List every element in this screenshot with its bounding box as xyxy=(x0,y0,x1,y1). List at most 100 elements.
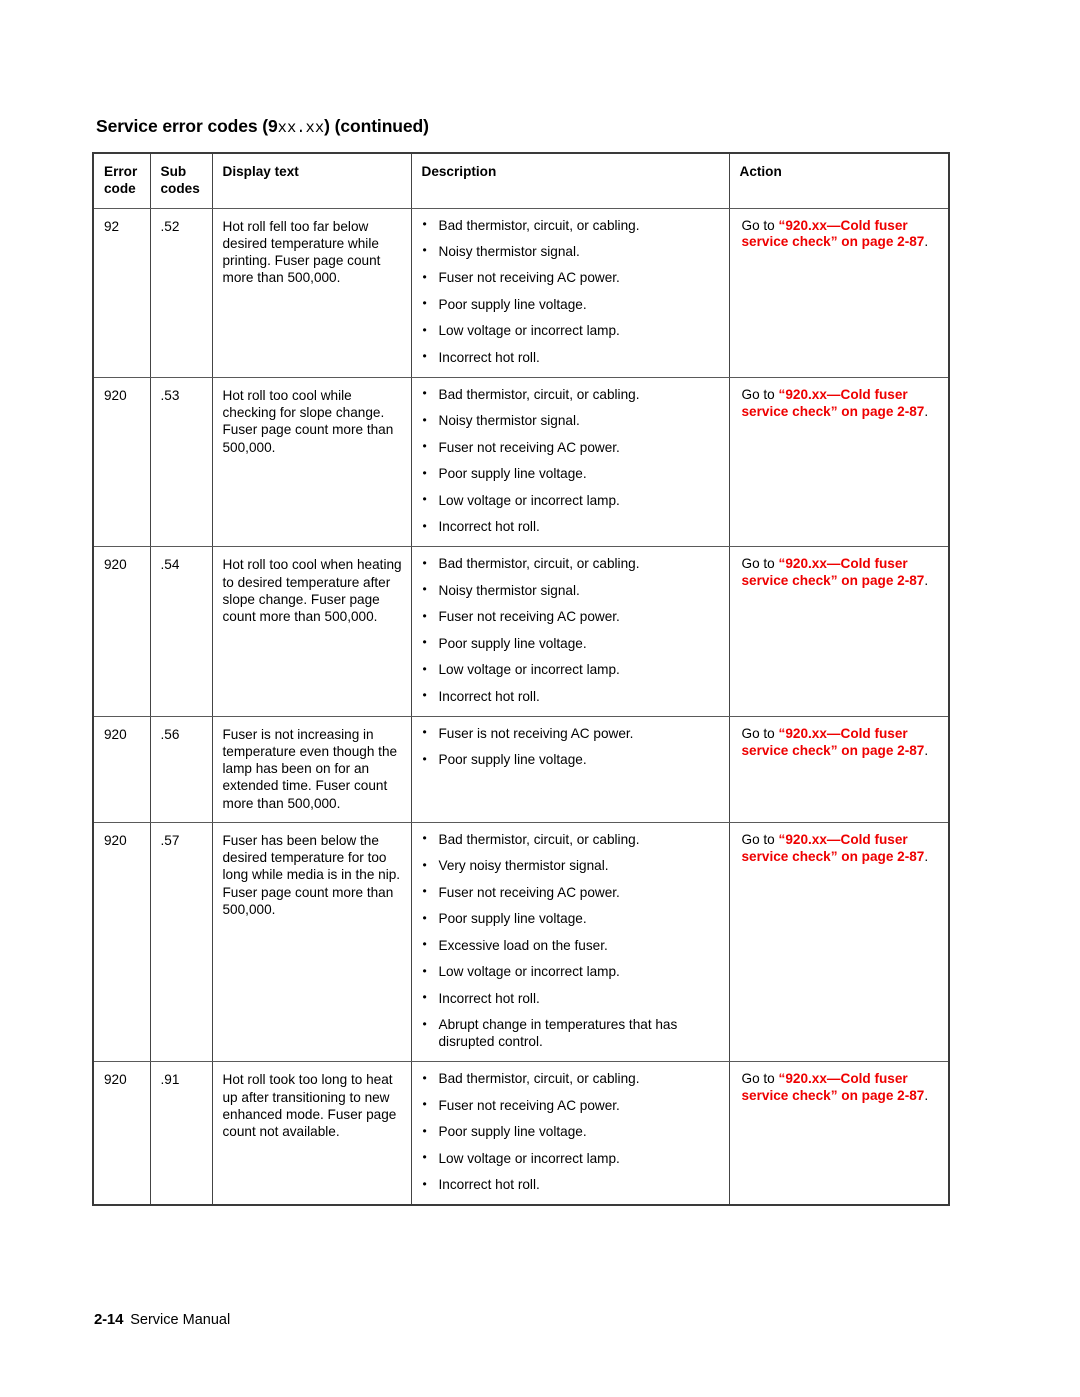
sub-codes-label-line2: codes xyxy=(160,181,200,197)
table-row: 920.56 Fuser is not increasing in tempera… xyxy=(93,716,949,823)
cell-description: Bad thermistor, circuit, or cabling. Fuse… xyxy=(410,1061,730,1206)
description-bullet-item: Poor supply line voltage. xyxy=(422,752,719,769)
cell-sub-code: .54 xyxy=(149,546,213,717)
cell-display-text: Hot roll took too long to heat up after … xyxy=(211,1061,412,1206)
description-bullet-item: Noisy thermistor signal. xyxy=(422,582,719,600)
description-bullet-item: Abrupt change in temperatures that has d… xyxy=(422,1017,719,1051)
action-text: Go to “920.xx—Cold fuser service check” … xyxy=(742,1071,939,1105)
description-bullet-item: Incorrect hot roll. xyxy=(422,1177,719,1194)
description-bullet-item: Fuser is not receiving AC power. xyxy=(422,725,719,743)
action-text: Go to “920.xx—Cold fuser service check” … xyxy=(742,832,939,866)
cell-description: Fuser is not receiving AC power. Poor sup… xyxy=(410,716,730,823)
cell-action: Go to “920.xx—Cold fuser service check” … xyxy=(728,822,949,1063)
cell-display-text: Fuser is not increasing in temperature e… xyxy=(211,716,412,823)
description-bullet-item: Bad thermistor, circuit, or cabling. xyxy=(422,831,719,849)
table-row: 920.91 Hot roll took too long to heat up … xyxy=(93,1061,949,1206)
table-row: 920.57 Fuser has been below the desired t… xyxy=(93,822,949,1063)
description-bullet-item: Very noisy thermistor signal. xyxy=(422,858,719,875)
description-bullet-item: Fuser not receiving AC power. xyxy=(422,609,719,626)
action-tail-text: . xyxy=(924,234,929,250)
cell-display-text: Hot roll fell too far below desired temp… xyxy=(211,208,412,378)
action-lead-text: Go to xyxy=(741,831,779,847)
page-footer: 2-14 Service Manual xyxy=(94,1311,230,1328)
description-bullet-item: Incorrect hot roll. xyxy=(422,349,719,367)
description-bullet-item: Poor supply line voltage. xyxy=(422,635,719,653)
action-tail-text: . xyxy=(924,573,929,589)
action-lead-text: Go to xyxy=(741,725,779,741)
cell-description: Bad thermistor, circuit, or cabling. Nois… xyxy=(410,208,730,378)
action-text: Go to “920.xx—Cold fuser service check” … xyxy=(742,218,939,252)
cell-sub-code: .53 xyxy=(149,377,213,548)
sub-codes-label-line1: Sub xyxy=(160,164,187,179)
description-bullet-item: Low voltage or incorrect lamp. xyxy=(422,1150,719,1168)
description-bullet-item: Incorrect hot roll. xyxy=(422,519,719,536)
table-row: 920.54 Hot roll too cool when heating to … xyxy=(93,546,949,717)
cell-sub-code: .56 xyxy=(149,716,213,823)
cell-error-code: 92 xyxy=(93,208,151,378)
column-header-error-code: Error code xyxy=(93,153,151,209)
cell-sub-code: .57 xyxy=(149,822,213,1063)
description-bullet-item: Low voltage or incorrect lamp. xyxy=(422,323,719,340)
description-bullet-item: Bad thermistor, circuit, or cabling. xyxy=(422,556,719,573)
description-bullet-item: Incorrect hot roll. xyxy=(422,990,719,1008)
cell-display-text: Fuser has been below the desired tempera… xyxy=(211,822,412,1063)
description-bullet-item: Low voltage or incorrect lamp. xyxy=(422,964,719,981)
action-lead-text: Go to xyxy=(741,386,779,402)
description-bullet-item: Fuser not receiving AC power. xyxy=(422,270,719,287)
error-code-label-line2: code xyxy=(104,181,136,197)
description-bullet-item: Poor supply line voltage. xyxy=(422,911,719,928)
cell-action: Go to “920.xx—Cold fuser service check” … xyxy=(728,377,949,548)
action-tail-text: . xyxy=(924,403,929,419)
description-bullet-item: Incorrect hot roll. xyxy=(422,688,719,706)
column-header-display-text: Display text xyxy=(211,153,412,209)
description-bullet-item: Bad thermistor, circuit, or cabling. xyxy=(422,386,719,404)
description-bullet-list: Bad thermistor, circuit, or cabling. Nois… xyxy=(422,386,719,536)
description-bullet-item: Poor supply line voltage. xyxy=(422,466,719,483)
cell-sub-code: .52 xyxy=(149,208,213,378)
cell-description: Bad thermistor, circuit, or cabling. Nois… xyxy=(410,546,730,717)
page-title-suffix: ) (continued) xyxy=(324,116,429,136)
description-bullet-item: Low voltage or incorrect lamp. xyxy=(422,662,719,679)
action-tail-text: . xyxy=(924,1088,929,1104)
description-bullet-list: Bad thermistor, circuit, or cabling. Nois… xyxy=(422,556,719,705)
description-bullet-item: Poor supply line voltage. xyxy=(422,296,719,314)
description-bullet-item: Bad thermistor, circuit, or cabling. xyxy=(422,1071,719,1088)
action-text: Go to “920.xx—Cold fuser service check” … xyxy=(742,387,939,421)
table-row: 92.52 Hot roll fell too far below desired… xyxy=(93,208,949,378)
cell-display-text: Hot roll too cool while checking for slo… xyxy=(211,377,412,548)
cell-action: Go to “920.xx—Cold fuser service check” … xyxy=(728,208,949,378)
action-text: Go to “920.xx—Cold fuser service check” … xyxy=(742,726,939,760)
description-bullet-list: Bad thermistor, circuit, or cabling. Nois… xyxy=(422,217,719,367)
table-body: 92.52 Hot roll fell too far below desired… xyxy=(93,208,949,1206)
action-lead-text: Go to xyxy=(741,556,779,572)
action-text: Go to “920.xx—Cold fuser service check” … xyxy=(742,556,939,590)
description-bullet-item: Poor supply line voltage. xyxy=(422,1124,719,1141)
column-header-description: Description xyxy=(410,153,730,209)
column-header-action: Action xyxy=(728,153,949,209)
cell-display-text: Hot roll too cool when heating to desire… xyxy=(211,546,412,717)
page-title-code: xx.xx xyxy=(277,119,325,137)
description-bullet-item: Bad thermistor, circuit, or cabling. xyxy=(422,217,719,235)
description-bullet-item: Fuser not receiving AC power. xyxy=(422,1097,719,1115)
cell-action: Go to “920.xx—Cold fuser service check” … xyxy=(728,546,949,717)
cell-error-code: 920 xyxy=(93,716,151,823)
page-number: 2-14 xyxy=(94,1311,124,1328)
manual-name: Service Manual xyxy=(130,1312,231,1328)
description-bullet-item: Fuser not receiving AC power. xyxy=(422,439,719,457)
description-bullet-item: Excessive load on the fuser. xyxy=(422,937,719,955)
action-tail-text: . xyxy=(924,742,929,758)
cell-description: Bad thermistor, circuit, or cabling. Very… xyxy=(410,822,730,1063)
description-bullet-item: Low voltage or incorrect lamp. xyxy=(422,492,719,510)
table-header-row: Error code Sub codes Display text Descri… xyxy=(93,153,949,209)
cell-error-code: 920 xyxy=(93,377,151,548)
table-header: Error code Sub codes Display text Descri… xyxy=(93,153,949,209)
action-lead-text: Go to xyxy=(741,1071,779,1087)
service-error-codes-table: Error code Sub codes Display text Descri… xyxy=(92,152,950,1207)
manual-page: Service error codes (9xx.xx) (continued)… xyxy=(0,0,1080,1397)
description-bullet-list: Bad thermistor, circuit, or cabling. Very… xyxy=(422,831,719,1051)
description-bullet-list: Bad thermistor, circuit, or cabling. Fuse… xyxy=(422,1071,719,1194)
cell-action: Go to “920.xx—Cold fuser service check” … xyxy=(728,1061,949,1206)
cell-error-code: 920 xyxy=(93,822,151,1063)
description-bullet-item: Fuser not receiving AC power. xyxy=(422,884,719,902)
page-title: Service error codes (9xx.xx) (continued) xyxy=(96,116,429,137)
